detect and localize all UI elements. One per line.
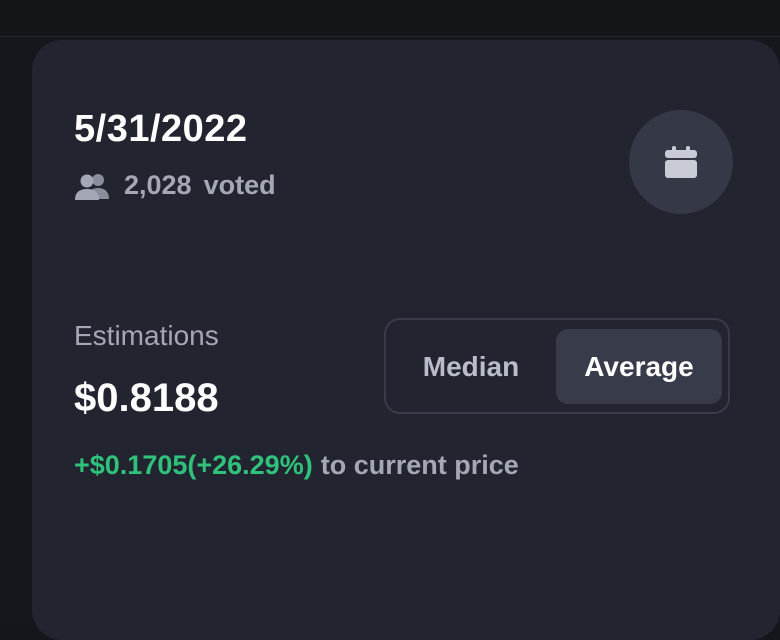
voters-info: 2,028 voted [74,170,276,201]
date-title: 5/31/2022 [74,108,248,150]
price-change-suffix: to current price [320,450,519,480]
estimations-label: Estimations [74,320,219,351]
top-bar [0,0,780,37]
calendar-icon [665,146,697,178]
estimation-value: $0.8188 [74,376,219,420]
estimation-mode-toggle: Median Average [384,318,730,414]
price-change: +$0.1705(+26.29%) to current price [74,450,519,481]
voters-label: voted [203,170,276,200]
users-icon [75,173,109,200]
calendar-button[interactable] [629,110,733,214]
median-option[interactable]: Median [396,329,546,404]
average-option[interactable]: Average [556,329,722,404]
voters-count: 2,028 [124,170,192,200]
estimation-card: 5/31/2022 2,028 voted Estimations $0.818… [32,40,780,640]
price-change-value: +$0.1705(+26.29%) [74,450,313,480]
